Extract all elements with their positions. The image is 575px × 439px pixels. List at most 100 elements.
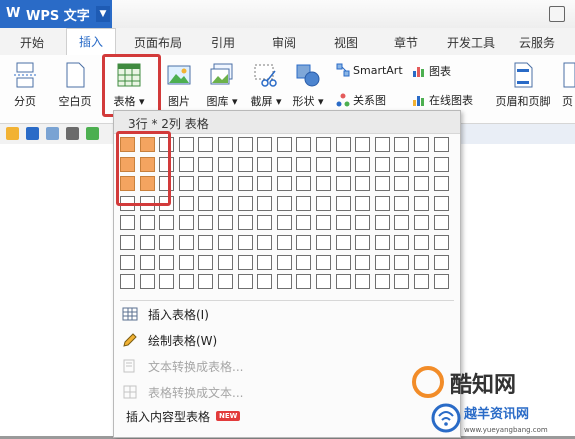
grid-cell[interactable] <box>120 215 135 231</box>
grid-cell[interactable] <box>178 195 194 211</box>
tab-cloud[interactable]: 云服务 <box>519 34 555 51</box>
app-menu-button[interactable]: W WPS 文字 ▼ <box>0 0 112 28</box>
grid-cell[interactable] <box>276 156 292 172</box>
online-chart-button[interactable]: 在线图表 <box>412 92 473 108</box>
grid-cell[interactable] <box>296 274 312 290</box>
grid-cell[interactable] <box>394 195 410 211</box>
grid-cell[interactable] <box>218 137 233 152</box>
grid-cell[interactable] <box>178 274 194 290</box>
grid-cell[interactable] <box>433 215 449 231</box>
grid-cell[interactable] <box>374 215 390 231</box>
grid-cell[interactable] <box>218 215 233 231</box>
grid-cell[interactable] <box>296 215 312 231</box>
grid-cell[interactable] <box>296 235 312 250</box>
grid-cell[interactable] <box>316 274 331 290</box>
grid-cell[interactable] <box>257 274 273 290</box>
grid-cell[interactable] <box>198 137 214 152</box>
grid-cell[interactable] <box>433 235 449 250</box>
grid-cell[interactable] <box>316 254 331 270</box>
print-preview-icon[interactable] <box>86 127 99 140</box>
shape-button[interactable]: 形状 ▾ <box>288 61 328 109</box>
grid-cell[interactable] <box>276 176 292 192</box>
grid-cell[interactable] <box>159 215 175 231</box>
grid-cell[interactable] <box>394 254 410 270</box>
open-icon[interactable] <box>6 127 19 140</box>
tab-references[interactable]: 引用 <box>211 34 235 51</box>
print-icon[interactable] <box>66 127 79 140</box>
grid-cell[interactable] <box>433 176 449 192</box>
grid-cell[interactable] <box>178 254 194 270</box>
grid-cell[interactable] <box>257 195 273 211</box>
grid-cell[interactable] <box>296 195 312 211</box>
grid-cell[interactable] <box>120 274 135 290</box>
grid-cell[interactable] <box>433 156 449 172</box>
grid-cell[interactable] <box>257 156 273 172</box>
grid-cell[interactable] <box>394 176 410 192</box>
grid-cell[interactable] <box>394 235 410 250</box>
grid-cell[interactable] <box>276 137 292 152</box>
grid-cell[interactable] <box>316 137 331 152</box>
window-icon[interactable] <box>549 6 565 22</box>
chevron-down-icon[interactable]: ▼ <box>96 6 110 22</box>
grid-cell[interactable] <box>218 156 233 172</box>
grid-cell[interactable] <box>433 137 449 152</box>
grid-cell[interactable] <box>296 176 312 192</box>
grid-cell[interactable] <box>159 274 175 290</box>
grid-cell[interactable] <box>276 254 292 270</box>
grid-cell[interactable] <box>374 176 390 192</box>
header-footer-button[interactable]: 页眉和页脚 <box>490 61 556 109</box>
smartart-button[interactable]: SmartArt <box>336 63 403 77</box>
grid-cell[interactable] <box>237 137 253 152</box>
grid-cell[interactable] <box>257 254 273 270</box>
grid-cell[interactable] <box>433 274 449 290</box>
grid-cell[interactable] <box>355 176 371 192</box>
grid-cell[interactable] <box>316 195 331 211</box>
grid-cell[interactable] <box>237 235 253 250</box>
grid-cell[interactable] <box>139 215 155 231</box>
grid-cell[interactable] <box>139 235 155 250</box>
grid-cell[interactable] <box>374 137 390 152</box>
grid-cell[interactable] <box>335 235 351 250</box>
grid-cell[interactable] <box>355 215 371 231</box>
grid-cell[interactable] <box>355 235 371 250</box>
grid-cell[interactable] <box>237 156 253 172</box>
grid-cell[interactable] <box>355 254 371 270</box>
grid-cell[interactable] <box>257 176 273 192</box>
grid-cell[interactable] <box>355 156 371 172</box>
grid-cell[interactable] <box>296 137 312 152</box>
grid-cell[interactable] <box>178 215 194 231</box>
grid-cell[interactable] <box>276 274 292 290</box>
grid-cell[interactable] <box>296 254 312 270</box>
grid-cell[interactable] <box>139 274 155 290</box>
grid-cell[interactable] <box>218 235 233 250</box>
grid-cell[interactable] <box>433 254 449 270</box>
screenshot-button[interactable]: 截屏 ▾ <box>246 61 286 109</box>
grid-cell[interactable] <box>414 137 429 152</box>
grid-cell[interactable] <box>355 274 371 290</box>
page-break-button[interactable]: 分页 <box>8 61 42 109</box>
grid-cell[interactable] <box>178 176 194 192</box>
grid-cell[interactable] <box>237 195 253 211</box>
grid-cell[interactable] <box>335 215 351 231</box>
grid-cell[interactable] <box>218 254 233 270</box>
grid-cell[interactable] <box>237 176 253 192</box>
grid-cell[interactable] <box>394 156 410 172</box>
grid-cell[interactable] <box>218 195 233 211</box>
export-icon[interactable] <box>46 127 59 140</box>
grid-cell[interactable] <box>414 156 429 172</box>
grid-cell[interactable] <box>198 156 214 172</box>
grid-cell[interactable] <box>296 156 312 172</box>
grid-cell[interactable] <box>237 215 253 231</box>
grid-cell[interactable] <box>120 254 135 270</box>
tab-page-layout[interactable]: 页面布局 <box>134 34 182 51</box>
save-icon[interactable] <box>26 127 39 140</box>
grid-cell[interactable] <box>394 137 410 152</box>
tab-review[interactable]: 审阅 <box>272 34 296 51</box>
grid-cell[interactable] <box>433 195 449 211</box>
tab-developer[interactable]: 开发工具 <box>447 34 495 51</box>
grid-cell[interactable] <box>276 195 292 211</box>
chart-button[interactable]: 图表 <box>412 63 451 79</box>
grid-cell[interactable] <box>276 215 292 231</box>
grid-cell[interactable] <box>374 156 390 172</box>
grid-cell[interactable] <box>159 235 175 250</box>
